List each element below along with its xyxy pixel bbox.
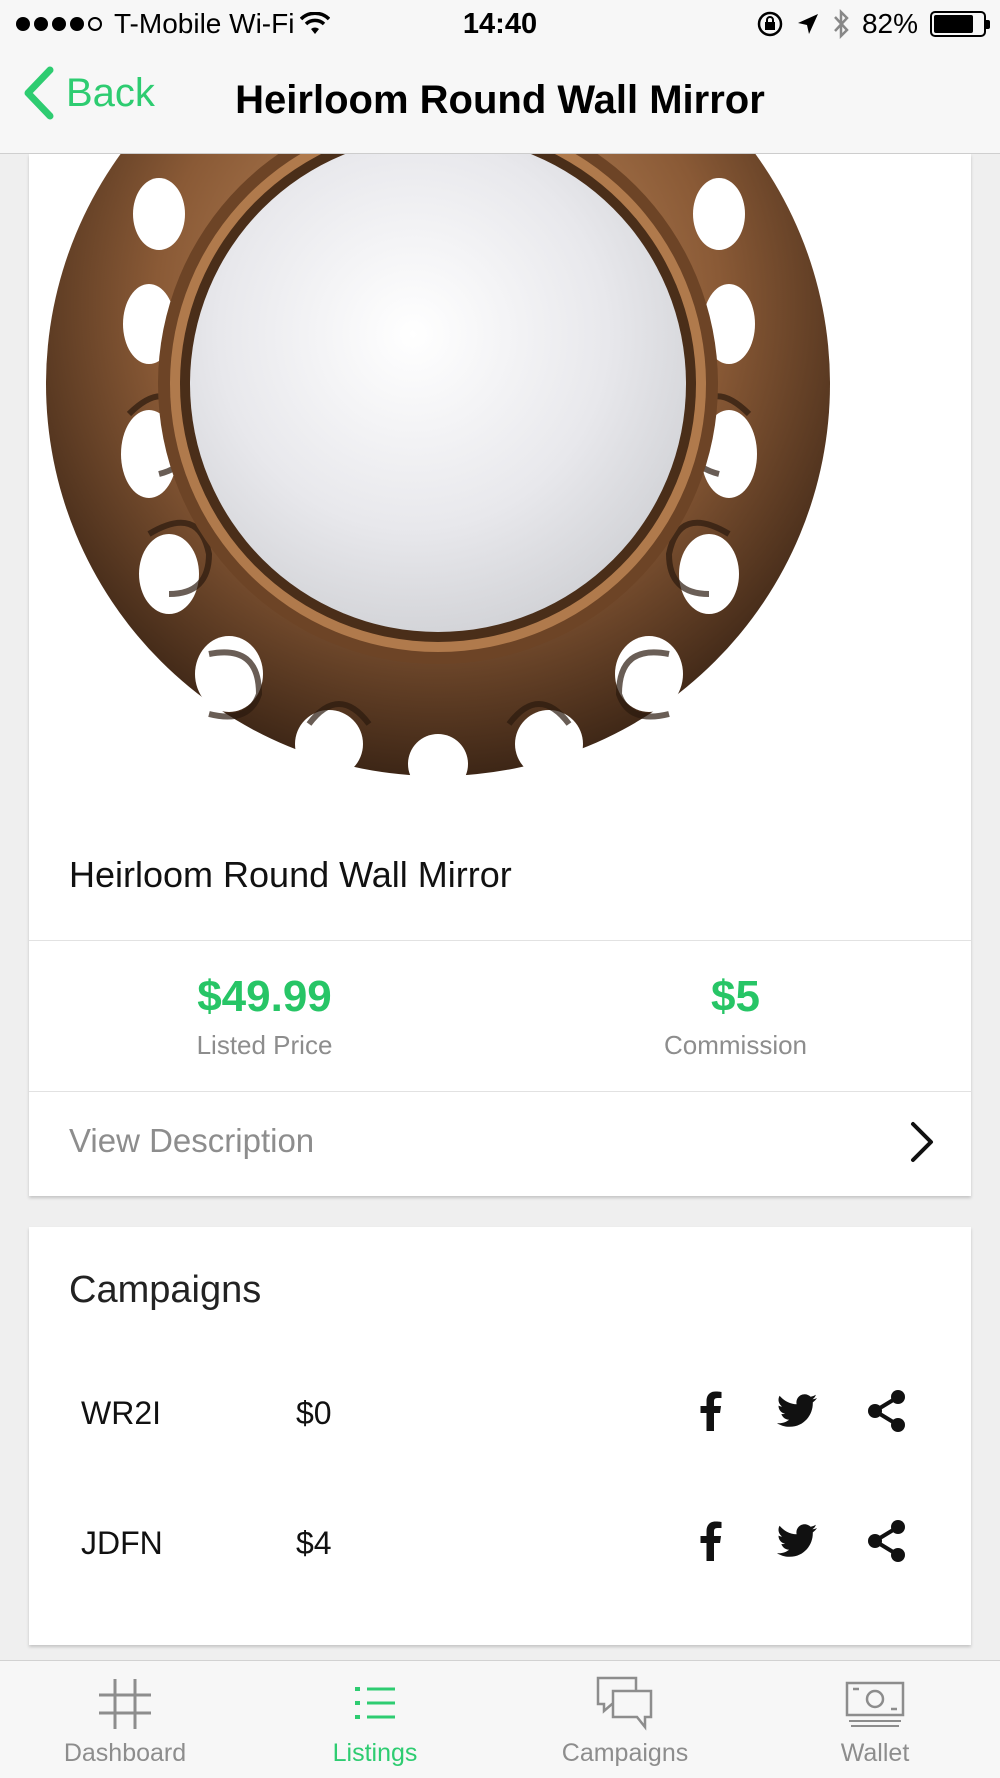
commission-value: $5 (711, 972, 760, 1021)
mirror-image (29, 154, 971, 818)
campaign-amount: $0 (296, 1395, 332, 1431)
share-icon[interactable] (865, 1389, 909, 1433)
campaigns-title: Campaigns (69, 1269, 262, 1311)
twitter-icon[interactable] (775, 1519, 819, 1563)
page-title: Heirloom Round Wall Mirror (235, 78, 765, 122)
orientation-lock-icon (757, 11, 783, 37)
tab-wallet[interactable]: Wallet (750, 1661, 1000, 1778)
twitter-icon[interactable] (775, 1389, 819, 1433)
facebook-icon[interactable] (689, 1519, 733, 1563)
tab-label: Listings (332, 1739, 418, 1767)
list-icon (355, 1687, 395, 1719)
tab-listings[interactable]: Listings (250, 1661, 500, 1778)
tab-label: Campaigns (561, 1739, 689, 1767)
campaign-code: WR2I (81, 1395, 161, 1431)
bluetooth-icon (834, 9, 849, 39)
view-description-label: View Description (69, 1122, 315, 1159)
campaign-row: JDFN $4 (29, 1505, 971, 1585)
tab-dashboard[interactable]: Dashboard (0, 1661, 250, 1778)
location-arrow-icon (797, 14, 818, 34)
view-description-row[interactable]: View Description (29, 1092, 971, 1196)
chevron-right-icon (911, 1122, 933, 1162)
grid-icon (99, 1679, 151, 1729)
tab-bar: Dashboard Listings Campaigns Wallet (0, 1660, 1000, 1778)
battery-percent: 82% (861, 8, 918, 39)
campaign-code: JDFN (81, 1525, 163, 1561)
status-right: 82% (756, 8, 990, 40)
listed-price-value: $49.99 (197, 972, 332, 1021)
commission-label: Commission (663, 1030, 808, 1060)
tab-label: Dashboard (63, 1739, 187, 1767)
product-card: Heirloom Round Wall Mirror $49.99 Listed… (29, 154, 971, 1196)
facebook-icon[interactable] (689, 1389, 733, 1433)
status-bar: T-Mobile Wi-Fi 14:40 82% (0, 0, 1000, 50)
listed-price-block: $49.99 Listed Price (29, 972, 500, 1061)
battery-icon (930, 11, 990, 37)
share-icon[interactable] (865, 1519, 909, 1563)
product-image (29, 154, 971, 818)
commission-block: $5 Commission (500, 972, 971, 1061)
tab-label: Wallet (840, 1739, 910, 1767)
campaign-amount: $4 (296, 1525, 332, 1561)
listed-price-label: Listed Price (196, 1030, 333, 1060)
tab-campaigns[interactable]: Campaigns (500, 1661, 750, 1778)
banknote-icon (845, 1681, 905, 1727)
campaigns-card: Campaigns WR2I $0 JDFN $4 (29, 1227, 971, 1645)
campaign-row: WR2I $0 (29, 1375, 971, 1455)
product-name: Heirloom Round Wall Mirror (69, 854, 512, 895)
divider (29, 940, 971, 941)
battery-fill (934, 15, 974, 33)
navigation-bar: Back Heirloom Round Wall Mirror (0, 50, 1000, 154)
chat-bubbles-icon (596, 1676, 653, 1731)
